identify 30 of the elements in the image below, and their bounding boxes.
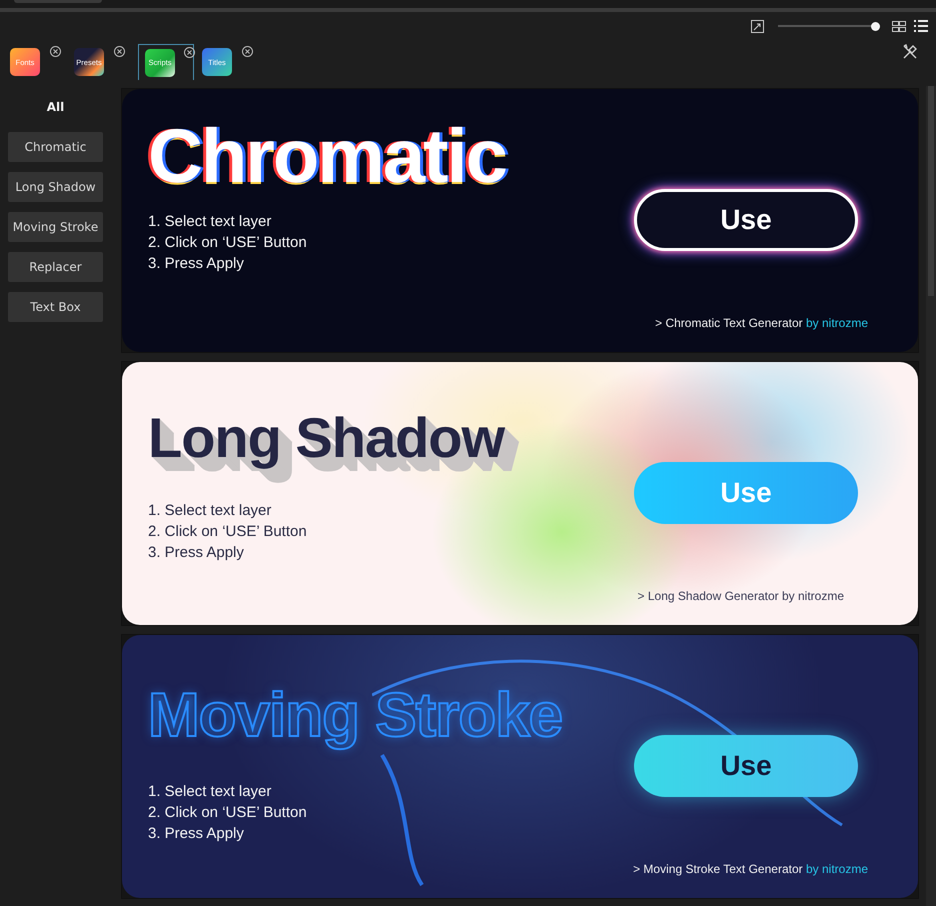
instruction-step: 1. Select text layer — [148, 781, 272, 802]
instruction-step: 3. Press Apply — [148, 253, 244, 274]
close-icon[interactable] — [184, 47, 195, 58]
grid-view-icon[interactable] — [892, 20, 906, 32]
filter-button[interactable]: Long Shadow — [8, 172, 103, 202]
fit-view-icon[interactable] — [751, 20, 764, 32]
banner-title: Chromatic — [148, 119, 506, 195]
close-icon[interactable] — [242, 46, 253, 57]
list-view-icon[interactable] — [914, 20, 928, 32]
filter-button[interactable]: Moving Stroke — [8, 212, 103, 242]
credit-text: > Long Shadow Generator by nitrozme — [638, 589, 844, 603]
filter-button[interactable]: Replacer — [8, 252, 103, 282]
instruction-step: 3. Press Apply — [148, 823, 244, 844]
instruction-step: 3. Press Apply — [148, 542, 244, 563]
filter-button[interactable]: All — [8, 92, 103, 122]
scrollbar-thumb[interactable] — [928, 86, 934, 296]
close-icon[interactable] — [50, 46, 61, 57]
close-icon[interactable] — [114, 46, 125, 57]
use-button[interactable]: Use — [634, 735, 858, 797]
instruction-step: 1. Select text layer — [148, 211, 272, 232]
credit-text: > Chromatic Text Generator by nitrozme — [655, 316, 868, 330]
instruction-step: 2. Click on ‘USE’ Button — [148, 521, 307, 542]
instruction-step: 1. Select text layer — [148, 500, 272, 521]
instruction-step: 2. Click on ‘USE’ Button — [148, 232, 307, 253]
filter-button[interactable]: Text Box — [8, 292, 103, 322]
filter-button[interactable]: Chromatic — [8, 132, 103, 162]
instruction-step: 2. Click on ‘USE’ Button — [148, 802, 307, 823]
slider-thumb[interactable] — [871, 22, 880, 30]
credit-text: > Moving Stroke Text Generator by nitrozme — [633, 862, 868, 876]
use-button[interactable]: Use — [634, 189, 858, 251]
